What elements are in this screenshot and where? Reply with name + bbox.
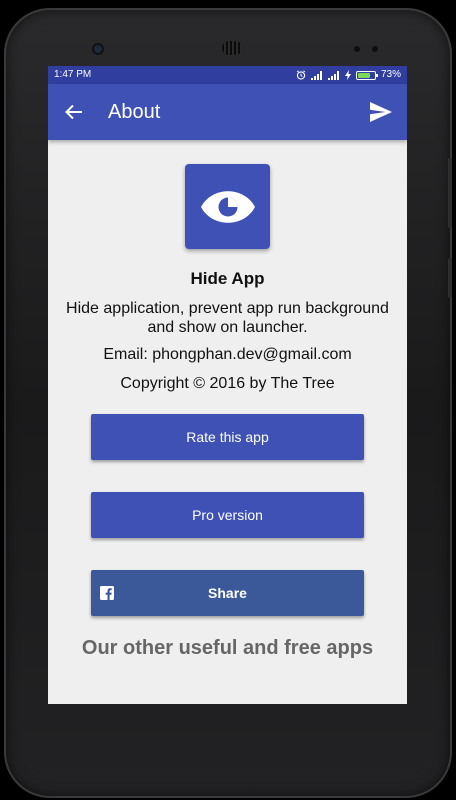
share-label: Share — [208, 585, 247, 601]
copyright-text: Copyright © 2016 by The Tree — [120, 375, 335, 392]
status-icons: 73% — [296, 66, 401, 84]
page-title: About — [108, 101, 161, 123]
rate-app-button[interactable]: Rate this app — [91, 414, 364, 460]
app-logo — [185, 164, 270, 249]
power-button — [448, 258, 452, 298]
light-sensor — [372, 46, 378, 52]
battery-percent: 73% — [380, 69, 401, 80]
signal-icon — [310, 70, 322, 80]
battery-icon — [355, 70, 378, 80]
status-time: 1:47 PM — [54, 69, 92, 80]
screen: 1:47 PM 73% About Hide App Hide applicat… — [48, 66, 407, 704]
app-bar: About — [48, 84, 407, 140]
facebook-icon — [100, 586, 114, 600]
alarm-icon — [296, 70, 306, 80]
proximity-sensor — [354, 46, 360, 52]
status-bar: 1:47 PM 73% — [48, 66, 407, 84]
volume-button — [448, 158, 452, 228]
battery-level — [357, 72, 370, 78]
back-button[interactable] — [58, 96, 90, 128]
arrow-back-icon — [65, 104, 82, 120]
pro-version-button[interactable]: Pro version — [91, 492, 364, 538]
eye-icon — [200, 190, 255, 223]
send-icon — [370, 102, 392, 122]
charging-icon — [344, 70, 351, 80]
app-name: Hide App — [190, 269, 265, 288]
contact-email: Email: phongphan.dev@gmail.com — [103, 346, 352, 363]
earpiece-speaker — [222, 41, 242, 55]
front-camera — [94, 45, 102, 53]
share-button[interactable]: Share — [91, 570, 364, 616]
other-apps-heading: Our other useful and free apps — [81, 637, 374, 659]
signal-icon — [327, 70, 339, 80]
send-button[interactable] — [365, 96, 397, 128]
app-description: Hide application, prevent app run backgr… — [66, 300, 389, 336]
